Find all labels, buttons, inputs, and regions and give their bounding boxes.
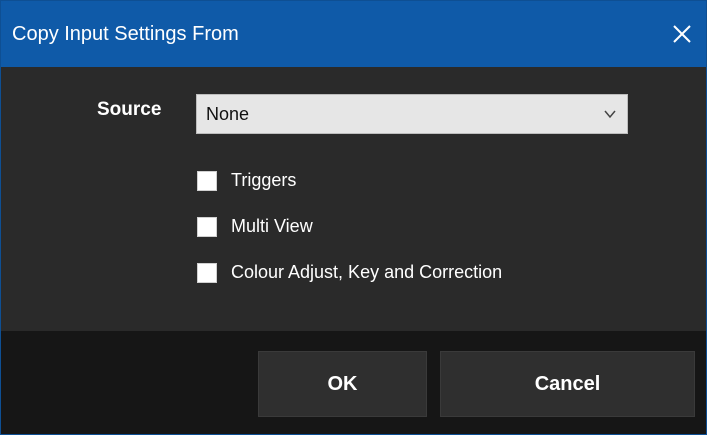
- multi-view-checkbox[interactable]: [197, 216, 217, 237]
- close-button[interactable]: [664, 15, 700, 53]
- checkbox-row-colour-adjust[interactable]: Colour Adjust, Key and Correction: [197, 262, 502, 283]
- checkbox-row-multi-view[interactable]: Multi View: [197, 216, 313, 237]
- multi-view-label: Multi View: [231, 216, 313, 236]
- source-selected-value: None: [206, 103, 250, 124]
- close-icon: [673, 25, 691, 43]
- source-label: Source: [97, 99, 162, 120]
- colour-adjust-checkbox[interactable]: [197, 262, 217, 283]
- source-dropdown[interactable]: None: [196, 94, 628, 134]
- ok-button[interactable]: OK: [258, 351, 427, 417]
- title-bar: Copy Input Settings From: [1, 1, 706, 67]
- copy-input-settings-dialog: Copy Input Settings From Source None Tri…: [0, 0, 707, 435]
- triggers-checkbox[interactable]: [197, 170, 217, 191]
- triggers-label: Triggers: [231, 170, 297, 190]
- cancel-button[interactable]: Cancel: [440, 351, 695, 417]
- dialog-title: Copy Input Settings From: [12, 22, 239, 45]
- checkbox-row-triggers[interactable]: Triggers: [197, 170, 296, 191]
- colour-adjust-label: Colour Adjust, Key and Correction: [231, 262, 503, 282]
- chevron-down-icon: [604, 110, 616, 119]
- dialog-body: Source None Triggers Multi View Colour A…: [1, 67, 706, 331]
